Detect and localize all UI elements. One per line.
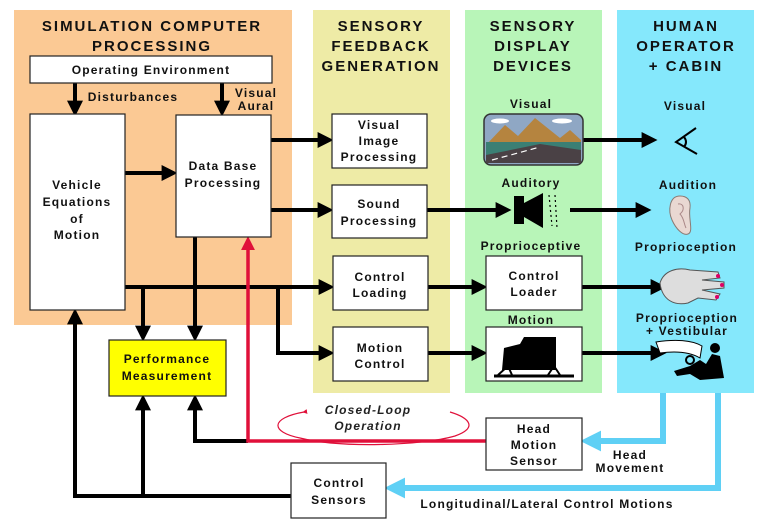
panel-title: SIMULATION COMPUTER bbox=[42, 18, 262, 35]
display-label: Auditory bbox=[502, 176, 561, 190]
box-label: Sensor bbox=[510, 454, 558, 468]
disturbances-label: Disturbances bbox=[88, 90, 178, 104]
operator-label: Proprioception bbox=[635, 240, 737, 254]
panel-title: HUMAN bbox=[653, 18, 719, 35]
panel-title: OPERATOR bbox=[636, 38, 736, 55]
box-label: Operating Environment bbox=[72, 63, 231, 77]
visual-aural-label: Aural bbox=[238, 99, 275, 113]
operator-label: Audition bbox=[659, 178, 717, 192]
operator-label: Visual bbox=[664, 99, 706, 113]
visual-aural-label: Visual bbox=[235, 86, 277, 100]
box-label: Motion bbox=[357, 341, 404, 355]
box-label: Control bbox=[354, 270, 405, 284]
panel-title: FEEDBACK bbox=[331, 38, 430, 55]
diagram-canvas: SIMULATION COMPUTER PROCESSING SENSORY F… bbox=[14, 10, 754, 519]
box-label: Vehicle bbox=[52, 178, 102, 192]
landscape-display-icon bbox=[483, 113, 584, 166]
closed-loop-label: Operation bbox=[334, 419, 401, 433]
control-motions-label: Longitudinal/Lateral Control Motions bbox=[420, 497, 673, 511]
display-label: Motion bbox=[508, 313, 555, 327]
panel-title: PROCESSING bbox=[92, 38, 212, 55]
operator-label: + Vestibular bbox=[646, 324, 728, 338]
performance-measurement-box bbox=[108, 339, 227, 397]
hand-icon bbox=[659, 268, 725, 305]
panel-title: SENSORY bbox=[490, 18, 577, 35]
closed-loop-label: Closed-Loop bbox=[325, 403, 412, 417]
box-label: Measurement bbox=[122, 369, 213, 383]
box-label: Performance bbox=[124, 352, 211, 366]
box-label: Processing bbox=[341, 150, 418, 164]
box-label: Visual bbox=[358, 118, 400, 132]
box-label: Control bbox=[354, 357, 405, 371]
box-label: Control bbox=[508, 269, 559, 283]
box-label: Control bbox=[313, 476, 364, 490]
box-label: Equations bbox=[43, 195, 112, 209]
control-sensors-box bbox=[290, 462, 387, 519]
control-loader-box bbox=[485, 255, 583, 311]
box-label: Motion bbox=[511, 438, 558, 452]
panel-title: DISPLAY bbox=[494, 38, 572, 55]
box-label: Motion bbox=[54, 228, 101, 242]
box-label: Loader bbox=[510, 285, 557, 299]
box-label: Processing bbox=[185, 176, 262, 190]
box-label: of bbox=[70, 212, 84, 226]
box-label: Sound bbox=[357, 197, 400, 211]
box-label: Data Base bbox=[189, 159, 258, 173]
simulator-diagram: SIMULATION COMPUTER PROCESSING SENSORY F… bbox=[0, 0, 771, 528]
head-movement-line bbox=[580, 393, 666, 452]
panel-title: + CABIN bbox=[649, 58, 723, 75]
panel-title: DEVICES bbox=[493, 58, 573, 75]
display-label: Visual bbox=[510, 97, 552, 111]
head-movement-label: Movement bbox=[596, 461, 665, 475]
panel-title: GENERATION bbox=[322, 58, 441, 75]
sound-processing-box bbox=[331, 184, 428, 239]
box-label: Processing bbox=[341, 214, 418, 228]
operator-label: Proprioception bbox=[636, 311, 738, 325]
display-label: Proprioceptive bbox=[481, 239, 582, 253]
head-movement-label: Head bbox=[613, 448, 647, 462]
panel-title: SENSORY bbox=[338, 18, 425, 35]
box-label: Sensors bbox=[311, 493, 367, 507]
box-label: Loading bbox=[352, 286, 407, 300]
box-label: Image bbox=[359, 134, 400, 148]
box-label: Head bbox=[517, 422, 551, 436]
